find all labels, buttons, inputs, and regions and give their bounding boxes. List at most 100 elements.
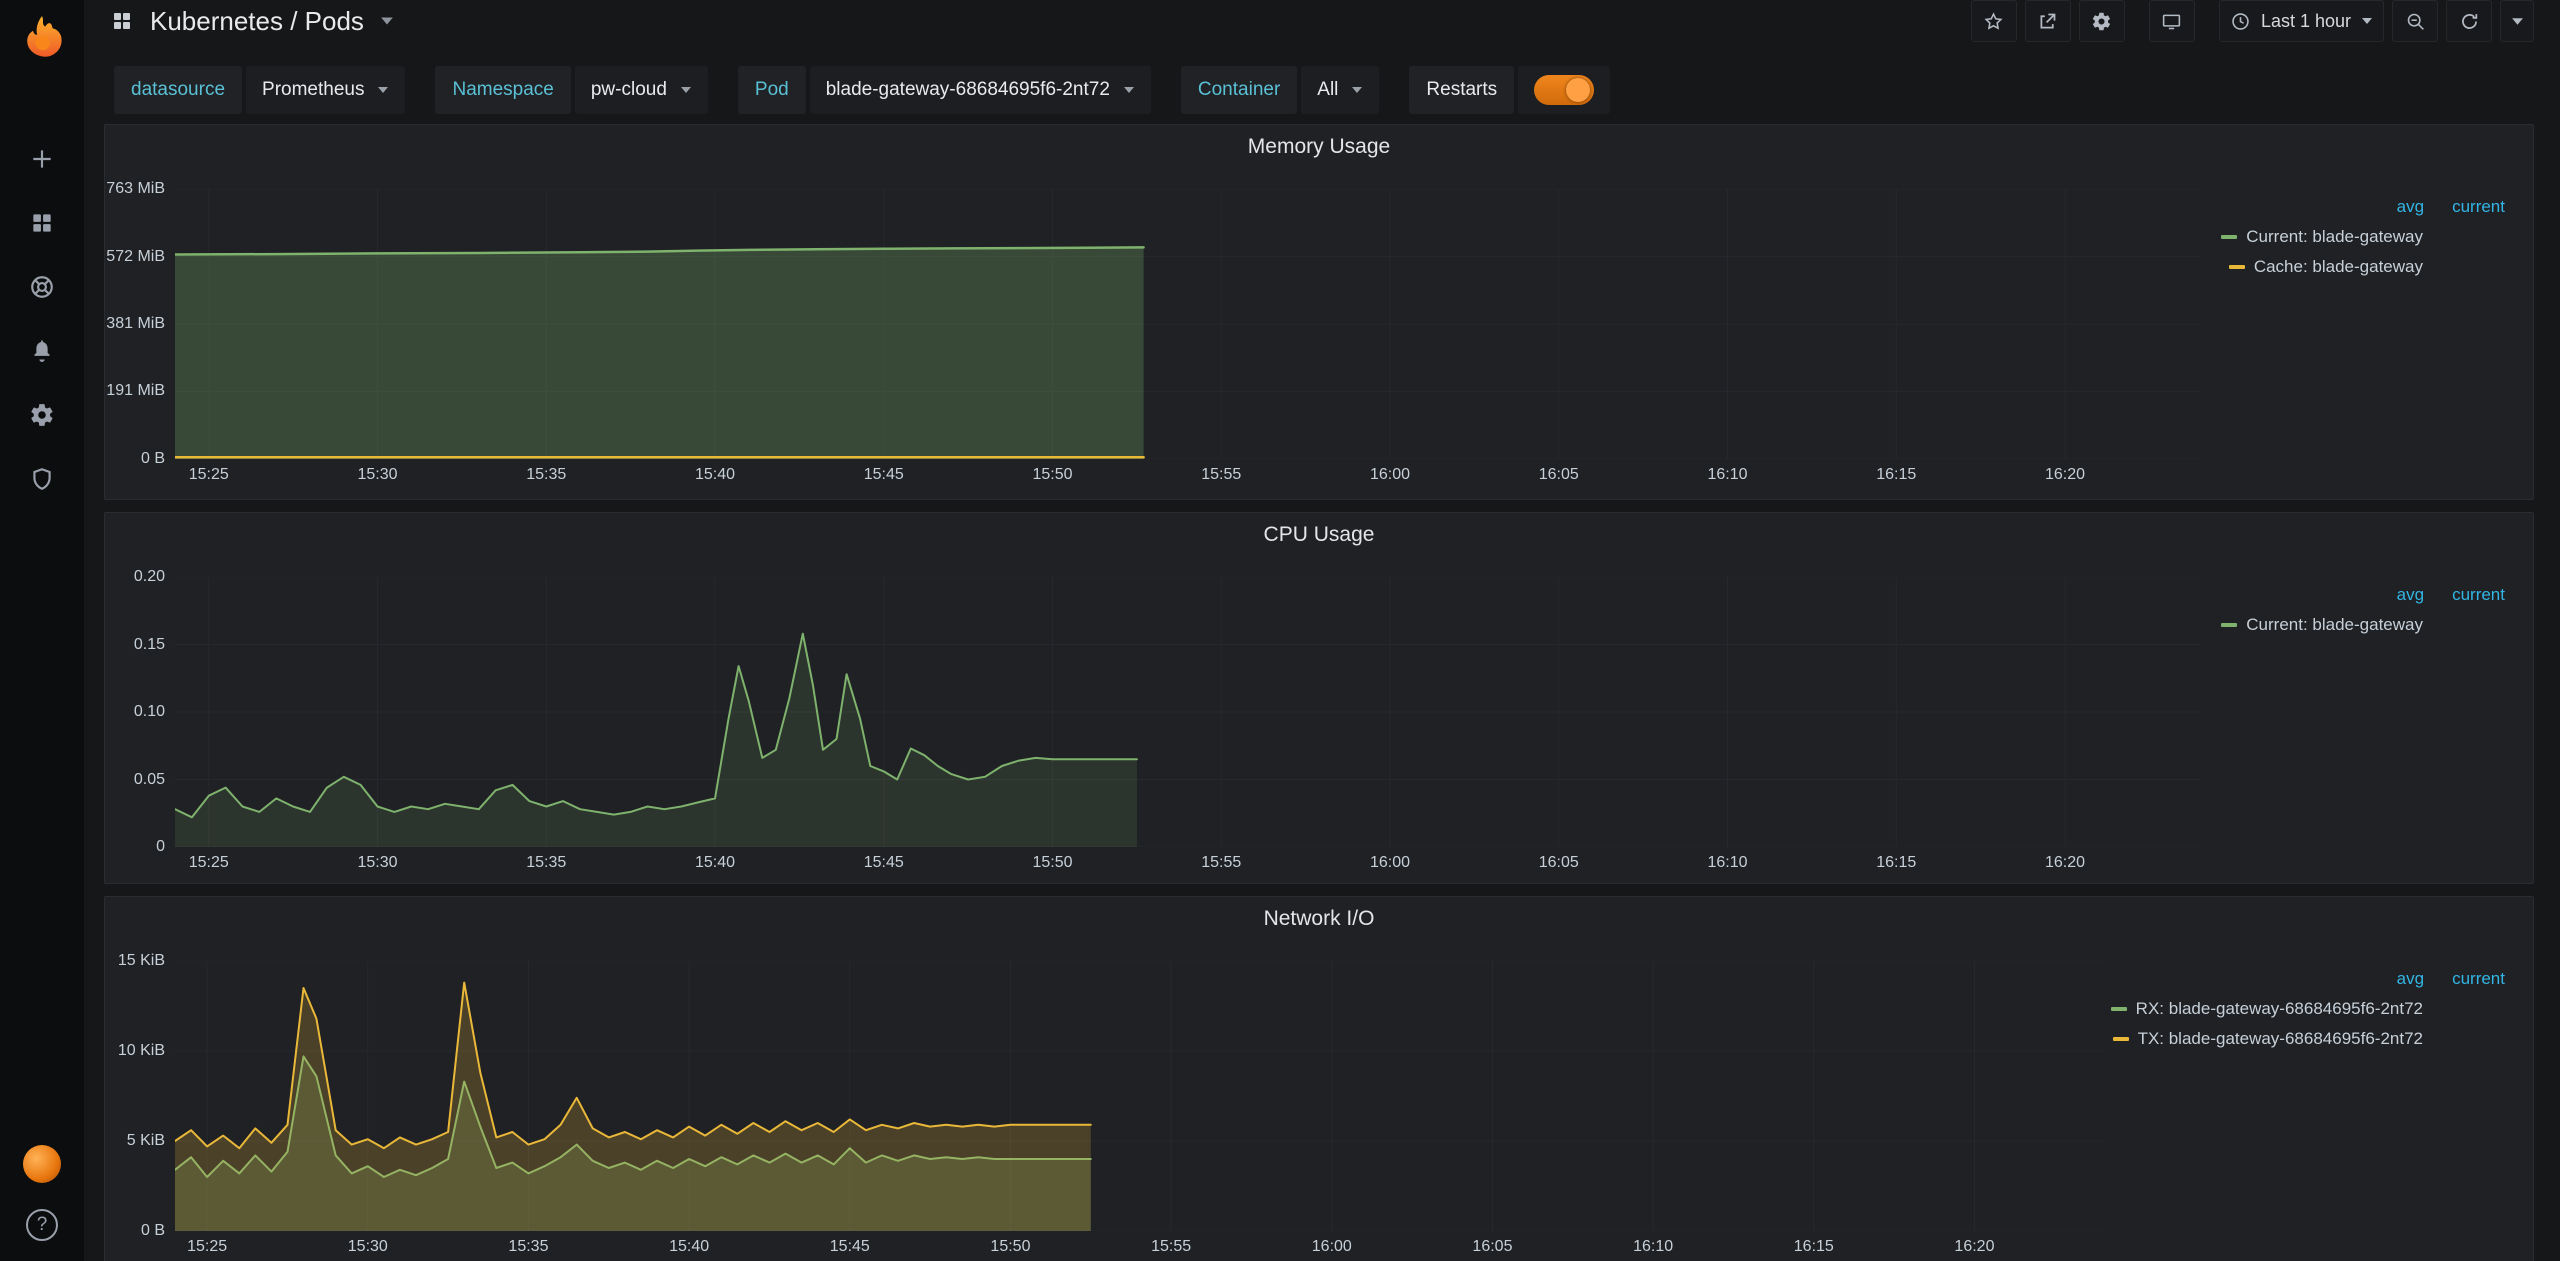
explore-icon[interactable] <box>27 272 57 302</box>
refresh-button[interactable] <box>2446 0 2492 42</box>
x-tick-label: 15:55 <box>1201 854 1241 872</box>
variable-value-dropdown[interactable]: blade-gateway-68684695f6-2nt72 <box>810 66 1151 114</box>
main-area: Kubernetes / Pods <box>84 0 2560 1261</box>
legend-sort-current[interactable]: current <box>2452 969 2505 989</box>
cpu-usage-graph[interactable] <box>175 577 2200 847</box>
series-color-icon <box>2229 265 2245 269</box>
network-chart-canvas <box>175 961 2103 1231</box>
series-name: RX: blade-gateway-68684695f6-2nt72 <box>2136 999 2423 1019</box>
legend-sort-avg[interactable]: avg <box>2397 197 2424 217</box>
x-tick-label: 15:55 <box>1201 466 1241 484</box>
share-button[interactable] <box>2025 0 2071 42</box>
x-axis: 15:2515:3015:3515:4015:4515:5015:5516:00… <box>175 459 2200 493</box>
variable-label: Pod <box>738 66 806 114</box>
panel-title[interactable]: CPU Usage <box>105 513 2533 557</box>
variable-restarts: Restarts <box>1409 66 1610 114</box>
template-variables-row: datasource Prometheus Namespace pw-cloud… <box>84 42 2560 114</box>
grafana-app: ? Kubernetes / Pods <box>0 0 2560 1261</box>
x-tick-label: 15:30 <box>348 1238 388 1256</box>
x-tick-label: 16:05 <box>1539 854 1579 872</box>
help-glyph: ? <box>37 1214 48 1236</box>
series-name: Current: blade-gateway <box>2246 227 2423 247</box>
time-picker-button[interactable]: Last 1 hour <box>2219 0 2384 42</box>
help-icon[interactable]: ? <box>26 1209 58 1241</box>
variable-value: Prometheus <box>262 79 364 101</box>
navbar: Kubernetes / Pods <box>84 0 2560 42</box>
legend-headers: avg current <box>2212 585 2505 605</box>
x-tick-label: 16:00 <box>1370 854 1410 872</box>
x-tick-label: 15:30 <box>357 466 397 484</box>
toggle-knob <box>1566 78 1590 102</box>
server-admin-shield-icon[interactable] <box>27 464 57 494</box>
series-name: Cache: blade-gateway <box>2254 257 2423 277</box>
dashboard-title[interactable]: Kubernetes / Pods <box>150 6 364 37</box>
panel-body: 0 B5 KiB10 KiB15 KiB 15:2515:3015:3515:4… <box>105 941 2533 1261</box>
panel-body: 0 B191 MiB381 MiB572 MiB763 MiB 15:2515:… <box>105 169 2533 493</box>
navbar-actions: Last 1 hour <box>1971 0 2534 42</box>
chevron-down-icon <box>1351 86 1363 94</box>
x-tick-label: 16:05 <box>1539 466 1579 484</box>
x-tick-label: 15:35 <box>526 854 566 872</box>
x-tick-label: 15:40 <box>695 854 735 872</box>
y-tick-label: 0.20 <box>134 568 165 586</box>
chevron-down-icon <box>1123 86 1135 94</box>
network-io-graph[interactable] <box>175 961 2103 1231</box>
variable-value: All <box>1317 79 1338 101</box>
memory-chart-canvas <box>175 189 2200 459</box>
cycle-view-monitor-icon[interactable] <box>2149 0 2195 42</box>
dashboard-grid-icon <box>110 9 134 33</box>
legend-series[interactable]: Current: blade-gateway <box>2212 615 2505 635</box>
dashboards-icon[interactable] <box>27 208 57 238</box>
x-tick-label: 16:00 <box>1370 466 1410 484</box>
chevron-down-icon <box>377 86 389 94</box>
panel-title[interactable]: Network I/O <box>105 897 2533 941</box>
x-tick-label: 15:45 <box>864 466 904 484</box>
alerting-icon[interactable] <box>27 336 57 366</box>
refresh-interval-dropdown[interactable] <box>2500 0 2534 42</box>
memory-usage-graph[interactable] <box>175 189 2200 459</box>
y-tick-label: 381 MiB <box>106 315 165 333</box>
legend-headers: avg current <box>2212 197 2505 217</box>
legend-series[interactable]: Cache: blade-gateway <box>2212 257 2505 277</box>
variable-label: datasource <box>114 66 242 114</box>
configuration-gear-icon[interactable] <box>27 400 57 430</box>
legend-sort-avg[interactable]: avg <box>2397 969 2424 989</box>
y-axis: 00.050.100.150.20 <box>105 577 175 847</box>
legend-sort-avg[interactable]: avg <box>2397 585 2424 605</box>
dashboard-settings-button[interactable] <box>2079 0 2125 42</box>
user-avatar[interactable] <box>23 1145 61 1183</box>
variable-value-dropdown[interactable]: pw-cloud <box>575 66 708 114</box>
legend-series[interactable]: RX: blade-gateway-68684695f6-2nt72 <box>2115 999 2505 1019</box>
chevron-down-icon <box>680 86 692 94</box>
variable-datasource: datasource Prometheus <box>114 66 405 114</box>
variable-value-dropdown[interactable]: Prometheus <box>246 66 405 114</box>
y-tick-label: 0 B <box>141 1222 165 1240</box>
zoom-out-button[interactable] <box>2392 0 2438 42</box>
x-tick-label: 16:10 <box>1707 466 1747 484</box>
legend: avg current RX: blade-gateway-68684695f6-2… <box>2103 941 2533 1049</box>
legend-sort-current[interactable]: current <box>2452 197 2505 217</box>
sidebar-bottom: ? <box>23 1145 61 1241</box>
variable-label: Container <box>1181 66 1297 114</box>
x-tick-label: 16:10 <box>1707 854 1747 872</box>
y-tick-label: 15 KiB <box>118 952 165 970</box>
x-tick-label: 16:20 <box>2045 854 2085 872</box>
create-icon[interactable] <box>27 144 57 174</box>
x-tick-label: 15:55 <box>1151 1238 1191 1256</box>
x-tick-label: 15:35 <box>508 1238 548 1256</box>
y-axis: 0 B191 MiB381 MiB572 MiB763 MiB <box>105 189 175 459</box>
grafana-logo[interactable] <box>16 12 68 64</box>
legend-series[interactable]: Current: blade-gateway <box>2212 227 2505 247</box>
series-color-icon <box>2113 1037 2129 1041</box>
plot-column: 15:2515:3015:3515:4015:4515:5015:5516:00… <box>175 557 2200 881</box>
restarts-toggle[interactable] <box>1534 75 1594 105</box>
panel-title[interactable]: Memory Usage <box>105 125 2533 169</box>
legend-sort-current[interactable]: current <box>2452 585 2505 605</box>
legend-series[interactable]: TX: blade-gateway-68684695f6-2nt72 <box>2115 1029 2505 1049</box>
x-tick-label: 15:45 <box>830 1238 870 1256</box>
clock-icon <box>2230 11 2251 32</box>
variable-value-dropdown[interactable]: All <box>1301 66 1379 114</box>
chevron-down-icon[interactable] <box>380 16 394 26</box>
star-button[interactable] <box>1971 0 2017 42</box>
x-tick-label: 15:25 <box>187 1238 227 1256</box>
